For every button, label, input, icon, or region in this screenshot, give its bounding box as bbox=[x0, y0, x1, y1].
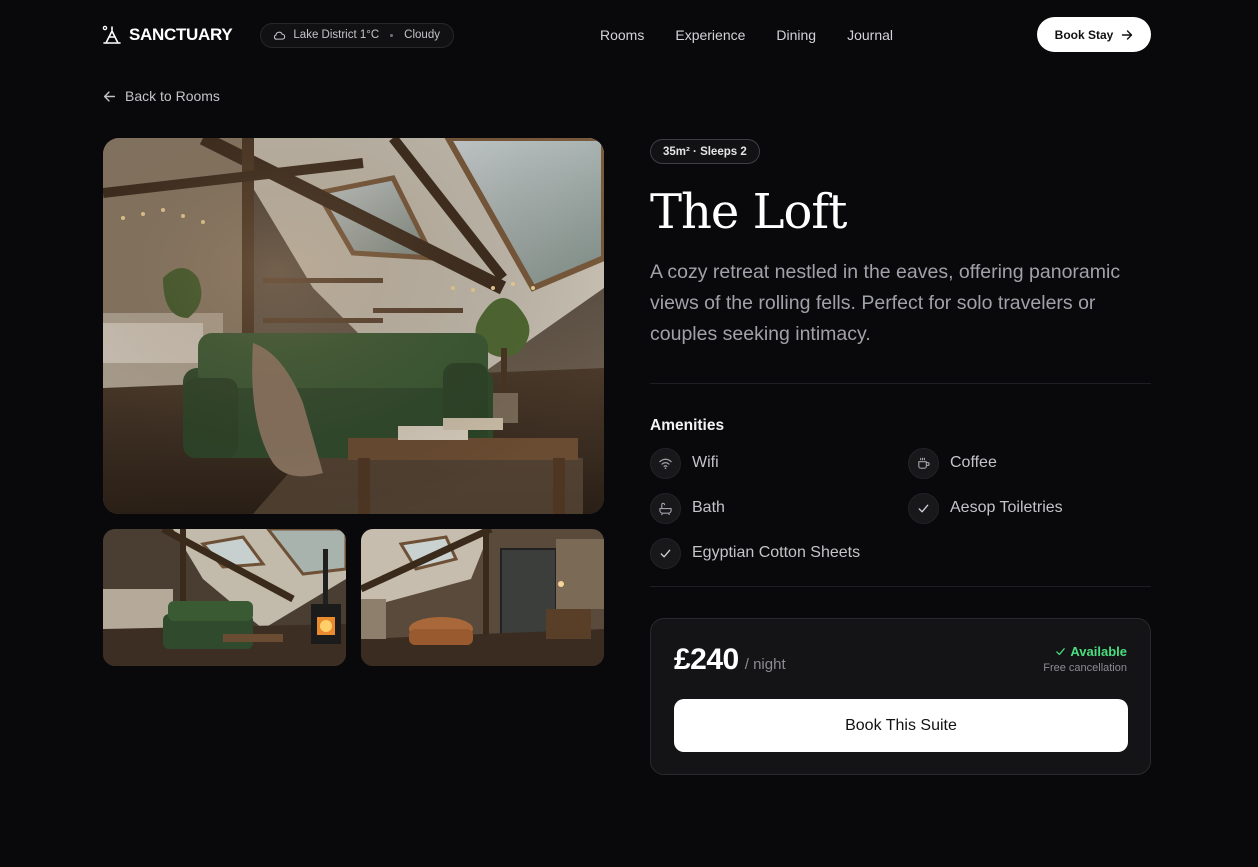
nav-item-journal[interactable]: Journal bbox=[847, 27, 893, 43]
divider bbox=[650, 586, 1151, 587]
weather-condition: Cloudy bbox=[404, 29, 440, 41]
check-icon bbox=[1056, 648, 1066, 656]
room-size-badge: 35m² · Sleeps 2 bbox=[650, 139, 760, 164]
amenity-bath: Bath bbox=[650, 492, 908, 524]
tent-icon bbox=[102, 25, 121, 44]
amenity-label: Egyptian Cotton Sheets bbox=[692, 544, 861, 561]
nav-item-rooms[interactable]: Rooms bbox=[600, 27, 644, 43]
room-details: 35m² · Sleeps 2 The Loft A cozy retreat … bbox=[650, 139, 1151, 775]
amenity-label: Coffee bbox=[950, 454, 997, 471]
amenity-wifi: Wifi bbox=[650, 447, 908, 479]
wifi-icon bbox=[650, 447, 681, 479]
bathroom-image bbox=[361, 529, 604, 666]
cloud-icon bbox=[274, 31, 286, 40]
back-to-rooms-link[interactable]: Back to Rooms bbox=[103, 88, 220, 104]
back-link-label: Back to Rooms bbox=[125, 88, 220, 104]
brand-name: SANCTUARY bbox=[129, 25, 233, 44]
check-icon bbox=[908, 492, 939, 524]
amenities-list: Wifi Coffee Bath Aesop Toiletries Egypti… bbox=[650, 447, 1151, 569]
amenity-label: Wifi bbox=[692, 454, 719, 471]
weather-widget: Lake District 1°C Cloudy bbox=[260, 22, 454, 48]
check-icon bbox=[650, 537, 681, 569]
nav-item-experience[interactable]: Experience bbox=[675, 27, 745, 43]
availability-label: Available bbox=[1070, 644, 1127, 659]
cancellation-policy: Free cancellation bbox=[1043, 662, 1127, 674]
book-stay-label: Book Stay bbox=[1054, 27, 1114, 42]
price-display: £240 / night bbox=[674, 643, 786, 677]
arrow-left-icon bbox=[103, 90, 116, 102]
loft-interior-image bbox=[103, 138, 604, 514]
thumbnail-living-area[interactable] bbox=[103, 529, 346, 666]
amenities-heading: Amenities bbox=[650, 417, 725, 434]
amenity-label: Bath bbox=[692, 499, 725, 516]
amenity-toiletries: Aesop Toiletries bbox=[908, 492, 1151, 524]
living-area-image bbox=[103, 529, 346, 666]
arrow-right-icon bbox=[1122, 29, 1133, 40]
room-title: The Loft bbox=[650, 184, 847, 240]
availability-status: Available bbox=[1043, 644, 1127, 659]
book-stay-button[interactable]: Book Stay bbox=[1037, 17, 1151, 52]
amenity-sheets: Egyptian Cotton Sheets bbox=[650, 537, 908, 569]
book-suite-button[interactable]: Book This Suite bbox=[674, 699, 1128, 752]
room-description: A cozy retreat nestled in the eaves, off… bbox=[650, 261, 1121, 345]
coffee-icon bbox=[908, 447, 939, 479]
separator-dot bbox=[390, 33, 394, 37]
price-amount: £240 bbox=[674, 643, 739, 676]
main-room-photo[interactable] bbox=[103, 138, 604, 514]
site-header: SANCTUARY Lake District 1°C Cloudy Rooms… bbox=[102, 17, 1151, 53]
weather-location: Lake District 1°C bbox=[293, 29, 380, 41]
brand-logo[interactable]: SANCTUARY bbox=[102, 25, 233, 45]
bath-icon bbox=[650, 492, 681, 524]
booking-card: £240 / night Available Free cancellation… bbox=[650, 618, 1151, 775]
availability-info: Available Free cancellation bbox=[1043, 644, 1127, 674]
nav-item-dining[interactable]: Dining bbox=[776, 27, 816, 43]
divider bbox=[650, 383, 1151, 384]
amenity-coffee: Coffee bbox=[908, 447, 1151, 479]
thumbnail-bathroom[interactable] bbox=[361, 529, 604, 666]
price-unit: / night bbox=[744, 656, 786, 673]
main-nav: Rooms Experience Dining Journal bbox=[600, 17, 893, 53]
amenity-label: Aesop Toiletries bbox=[950, 499, 1063, 516]
